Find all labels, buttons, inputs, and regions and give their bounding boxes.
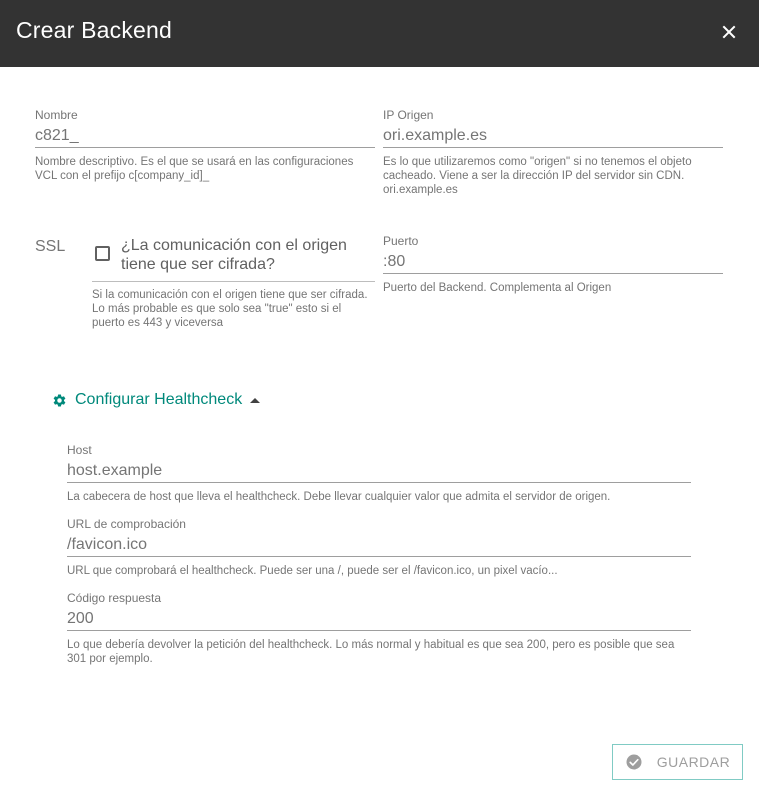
ssl-checkbox-label[interactable]: ¿La comunicación con el origen tiene que…	[121, 236, 375, 274]
nombre-input[interactable]: c821_	[35, 125, 375, 147]
nombre-underline	[35, 147, 375, 148]
nombre-field[interactable]: Nombre c821_ Nombre descriptivo. Es el q…	[35, 108, 375, 183]
puerto-underline	[383, 273, 723, 274]
healthcheck-toggle-label[interactable]: Configurar Healthcheck	[75, 391, 242, 409]
codigo-underline	[67, 630, 691, 631]
nombre-hint: Nombre descriptivo. Es el que se usará e…	[35, 156, 354, 182]
ip-origen-field[interactable]: IP Origen ori.example.es Es lo que utili…	[383, 108, 723, 197]
gear-icon	[53, 394, 66, 406]
ssl-label: SSL	[35, 238, 66, 255]
host-hint: La cabecera de host que lleva el healthc…	[67, 491, 611, 503]
ip-origen-hint: Es lo que utilizaremos como "origen" si …	[383, 156, 692, 196]
close-icon[interactable]	[719, 22, 739, 42]
codigo-hint: Lo que debería devolver la petición del …	[67, 639, 675, 665]
host-input[interactable]: host.example	[67, 460, 691, 482]
url-field[interactable]: URL de comprobación /favicon.ico URL que…	[67, 517, 691, 578]
nombre-label: Nombre	[35, 108, 78, 122]
codigo-label: Código respuesta	[67, 591, 162, 605]
ip-origen-underline	[383, 147, 723, 148]
caret-up-icon	[250, 397, 261, 403]
save-button[interactable]: GUARDAR	[612, 744, 743, 780]
url-underline	[67, 556, 691, 557]
url-hint: URL que comprobará el healthcheck. Puede…	[67, 565, 558, 577]
puerto-hint: Puerto del Backend. Complementa al Orige…	[383, 282, 612, 294]
puerto-label: Puerto	[383, 234, 419, 248]
check-circle-icon	[626, 754, 642, 770]
codigo-input[interactable]: 200	[67, 608, 691, 630]
url-input[interactable]: /favicon.ico	[67, 534, 691, 556]
ip-origen-input[interactable]: ori.example.es	[383, 125, 723, 147]
healthcheck-toggle[interactable]: Configurar Healthcheck	[52, 390, 261, 410]
dialog-title: Crear Backend	[16, 17, 173, 43]
host-underline	[67, 482, 691, 483]
codigo-field[interactable]: Código respuesta 200 Lo que debería devo…	[67, 591, 691, 666]
url-label: URL de comprobación	[67, 517, 186, 531]
dialog-header: Crear Backend	[0, 0, 759, 67]
host-field[interactable]: Host host.example La cabecera de host qu…	[67, 443, 691, 504]
host-label: Host	[67, 443, 92, 457]
ip-origen-label: IP Origen	[383, 108, 434, 122]
ssl-checkbox[interactable]	[95, 246, 110, 261]
ssl-hint: Si la comunicación con el origen tiene q…	[92, 289, 368, 329]
puerto-field[interactable]: Puerto :80 Puerto del Backend. Complemen…	[383, 234, 723, 295]
ssl-underline	[92, 281, 375, 282]
puerto-input[interactable]: :80	[383, 251, 723, 273]
save-button-label: GUARDAR	[656, 754, 731, 770]
